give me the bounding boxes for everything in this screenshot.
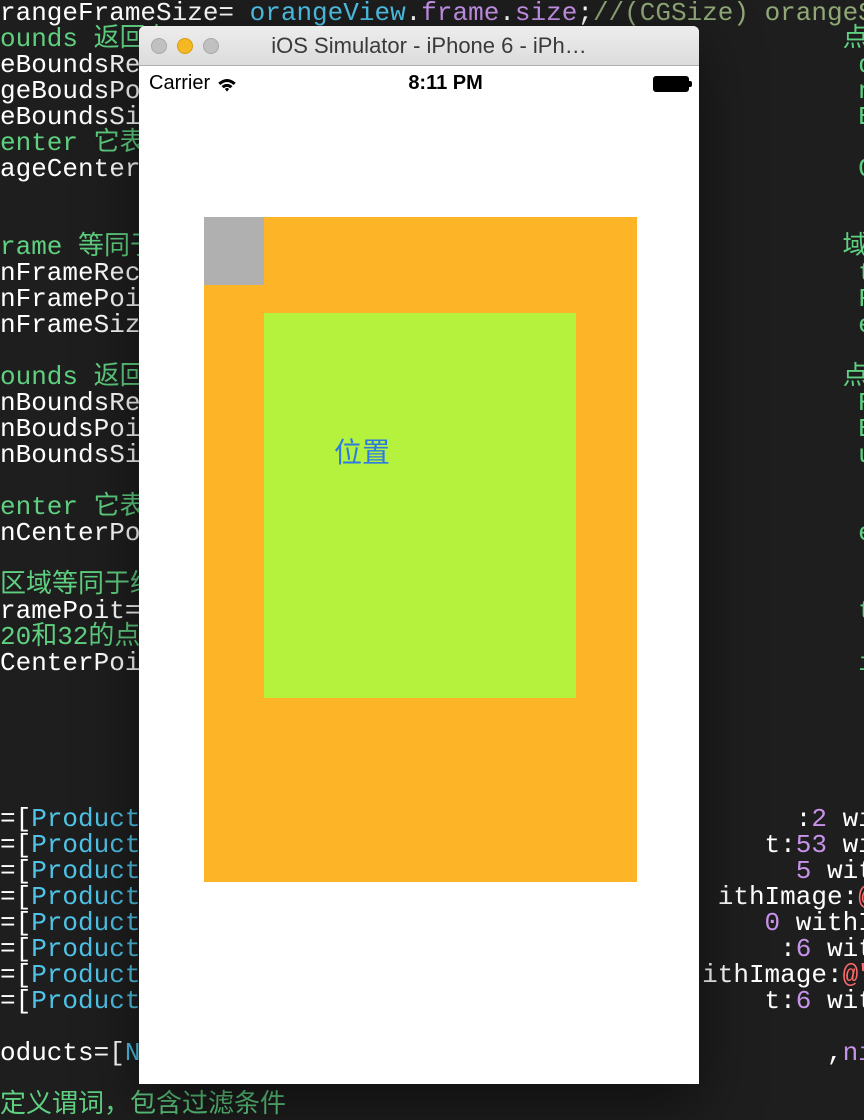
status-time: 8:11 PM	[408, 72, 482, 95]
battery-fill	[655, 78, 687, 90]
carrier-label: Carrier	[149, 72, 210, 95]
battery-icon	[653, 76, 689, 92]
ios-simulator-window: iOS Simulator - iPhone 6 - iPh… Carrier …	[139, 26, 699, 1084]
status-left: Carrier	[149, 72, 238, 95]
wifi-icon	[216, 76, 238, 92]
iphone-content-area: 位置	[139, 101, 699, 1084]
window-title: iOS Simulator - iPhone 6 - iPh…	[171, 33, 687, 59]
green-view	[264, 313, 576, 698]
position-label: 位置	[334, 431, 390, 471]
macos-titlebar[interactable]: iOS Simulator - iPhone 6 - iPh…	[139, 26, 699, 66]
iphone-status-bar: Carrier 8:11 PM	[139, 66, 699, 101]
close-button[interactable]	[151, 38, 167, 54]
gray-view	[204, 217, 264, 285]
orange-view-left	[204, 285, 264, 882]
